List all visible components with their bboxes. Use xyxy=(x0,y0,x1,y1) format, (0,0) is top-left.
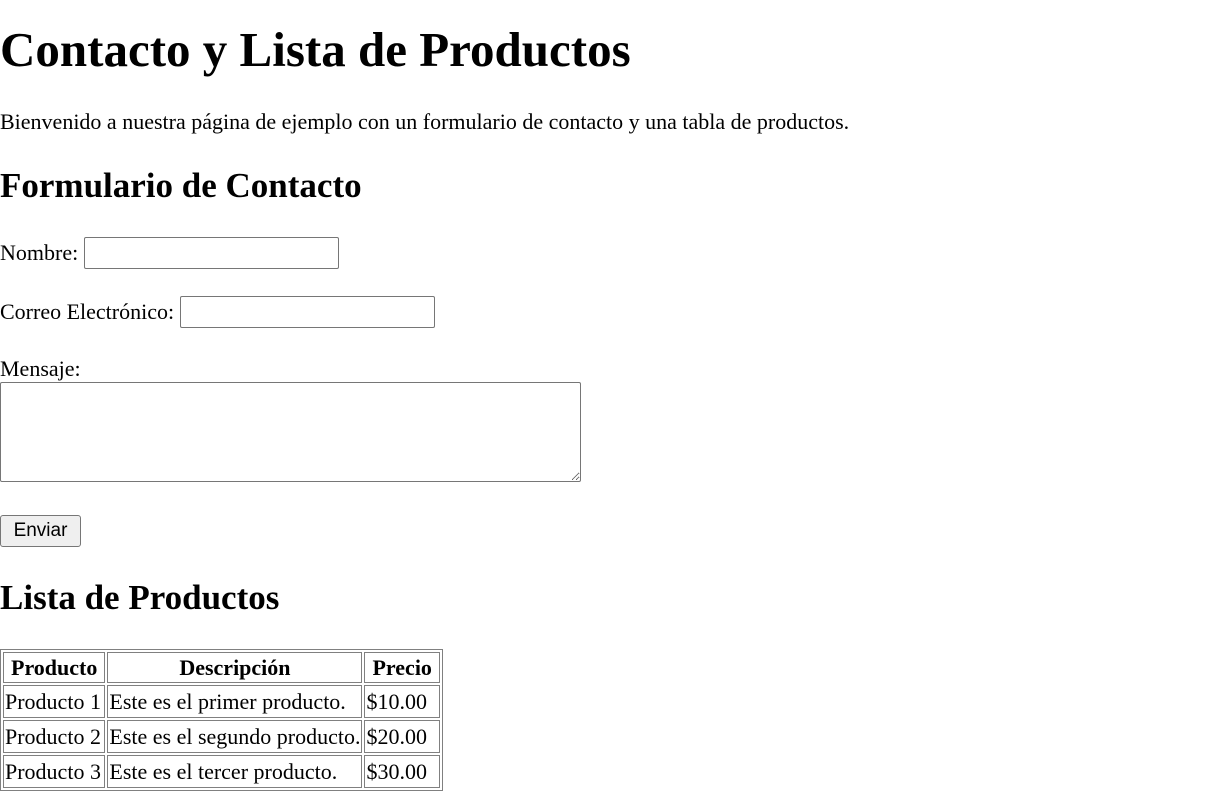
product-description-cell: Este es el tercer producto. xyxy=(107,755,363,788)
products-heading: Lista de Productos xyxy=(0,578,280,617)
product-description-cell: Este es el primer producto. xyxy=(107,685,363,718)
message-textarea[interactable] xyxy=(0,382,581,482)
name-input[interactable] xyxy=(84,237,340,269)
contact-form-heading: Formulario de Contacto xyxy=(0,166,362,205)
product-price-cell: $20.00 xyxy=(364,720,440,753)
page-title: Contacto y Lista de Productos xyxy=(0,22,631,77)
products-table: Producto Descripción Precio Producto 1 E… xyxy=(0,649,443,791)
table-row: Producto 1 Este es el primer producto. $… xyxy=(3,685,440,718)
product-name-cell: Producto 3 xyxy=(3,755,106,788)
table-header-row: Producto Descripción Precio xyxy=(3,652,440,683)
page: Contacto y Lista de Productos Bienvenido… xyxy=(0,0,1222,800)
product-description-cell: Este es el segundo producto. xyxy=(107,720,363,753)
product-price-cell: $30.00 xyxy=(364,755,440,788)
email-label: Correo Electrónico: xyxy=(0,299,175,324)
column-header-product: Producto xyxy=(3,652,106,683)
column-header-description: Descripción xyxy=(107,652,363,683)
intro-text: Bienvenido a nuestra página de ejemplo c… xyxy=(0,109,850,134)
product-name-cell: Producto 1 xyxy=(3,685,106,718)
submit-button[interactable]: Enviar xyxy=(0,515,81,547)
name-label: Nombre: xyxy=(0,240,79,265)
table-row: Producto 3 Este es el tercer producto. $… xyxy=(3,755,440,788)
name-row: Nombre: xyxy=(0,237,340,269)
product-price-cell: $10.00 xyxy=(364,685,440,718)
email-row: Correo Electrónico: xyxy=(0,296,436,328)
product-name-cell: Producto 2 xyxy=(3,720,106,753)
table-row: Producto 2 Este es el segundo producto. … xyxy=(3,720,440,753)
email-input[interactable] xyxy=(180,296,436,328)
message-label: Mensaje: xyxy=(0,356,81,381)
column-header-price: Precio xyxy=(364,652,440,683)
